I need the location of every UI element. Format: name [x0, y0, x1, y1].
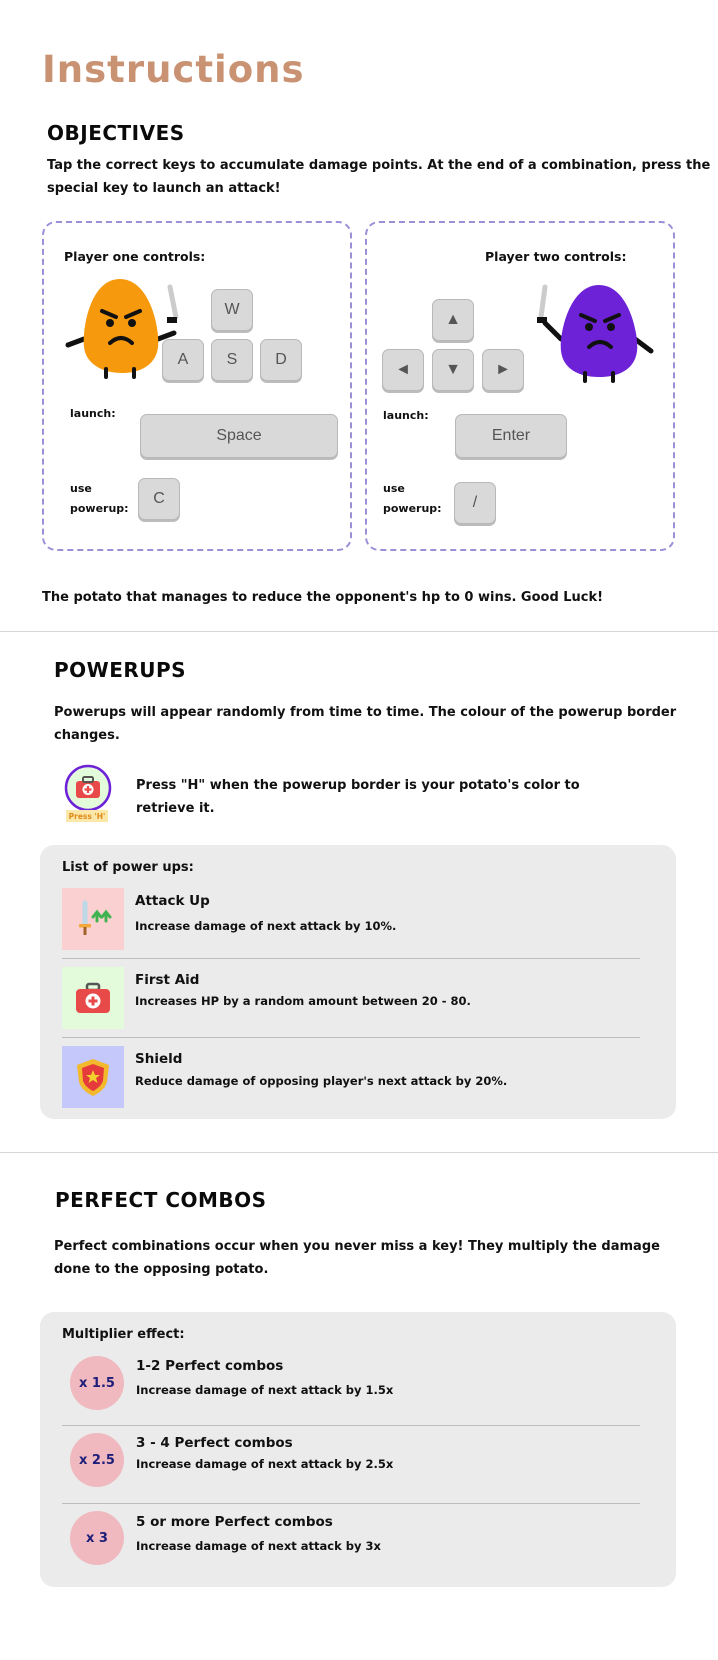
section-divider	[0, 1152, 718, 1153]
key-arrow-left: ◄	[382, 349, 424, 391]
press-h-text-line-2: retrieve it.	[136, 801, 215, 816]
powerups-list-title: List of power ups:	[62, 860, 194, 875]
combos-heading: PERFECT COMBOS	[55, 1188, 267, 1212]
key-w: W	[211, 289, 253, 331]
key-arrow-right: ►	[482, 349, 524, 391]
player-two-controls-card: Player two controls: ▲ ◄ ▼ ► launch: Ent…	[365, 221, 675, 551]
combo-name: 3 - 4 Perfect combos	[136, 1435, 293, 1451]
multiplier-badge: x 1.5	[70, 1356, 124, 1410]
row-divider	[62, 1425, 640, 1426]
powerup-name: First Aid	[135, 972, 200, 988]
key-s: S	[211, 339, 253, 381]
powerup-name: Shield	[135, 1051, 183, 1067]
powerups-text-line-1: Powerups will appear randomly from time …	[54, 705, 677, 720]
combo-description: Increase damage of next attack by 1.5x	[136, 1383, 394, 1397]
powerup-name: Attack Up	[135, 893, 210, 909]
key-c: C	[138, 478, 180, 520]
win-text: The potato that manages to reduce the op…	[42, 590, 604, 605]
powerup-description: Reduce damage of opposing player's next …	[135, 1074, 508, 1088]
row-divider	[62, 1503, 640, 1504]
combo-description: Increase damage of next attack by 3x	[136, 1539, 381, 1553]
powerup-description: Increase damage of next attack by 10%.	[135, 919, 397, 933]
powerup-label: powerup:	[383, 502, 442, 515]
key-a: A	[162, 339, 204, 381]
player-two-title: Player two controls:	[485, 249, 627, 264]
powerups-list-panel: List of power ups: Attack Up Increase da…	[40, 845, 676, 1119]
multiplier-panel: Multiplier effect: x 1.5 1-2 Perfect com…	[40, 1312, 676, 1587]
powerup-icon-tile	[62, 888, 124, 950]
key-slash: /	[454, 482, 496, 524]
key-arrow-down: ▼	[432, 349, 474, 391]
list-item: First Aid Increases HP by a random amoun…	[62, 967, 640, 1029]
objectives-text-line-1: Tap the correct keys to accumulate damag…	[47, 158, 711, 173]
press-h-text-line-1: Press "H" when the powerup border is you…	[136, 778, 580, 793]
purple-potato-icon	[537, 284, 654, 383]
section-divider	[0, 631, 718, 632]
key-d: D	[260, 339, 302, 381]
powerup-description: Increases HP by a random amount between …	[135, 994, 471, 1008]
launch-label: launch:	[70, 407, 116, 420]
use-label: use	[70, 482, 92, 495]
row-divider	[62, 958, 640, 959]
launch-label: launch:	[383, 409, 429, 422]
player-one-title: Player one controls:	[64, 249, 206, 264]
list-item: Attack Up Increase damage of next attack…	[62, 888, 640, 950]
first-aid-kit-icon	[76, 982, 110, 1013]
powerup-orb-icon	[64, 764, 112, 812]
player-one-controls-card: Player one controls: W A S D launch: Spa…	[42, 221, 352, 551]
combo-name: 1-2 Perfect combos	[136, 1358, 284, 1374]
use-label: use	[383, 482, 405, 495]
sword-arrows-icon	[79, 900, 112, 935]
powerups-text-line-2: changes.	[54, 728, 120, 743]
row-divider	[62, 1037, 640, 1038]
objectives-text-line-2: special key to launch an attack!	[47, 181, 281, 196]
powerups-heading: POWERUPS	[54, 658, 187, 682]
powerup-icon-tile	[62, 1046, 124, 1108]
multiplier-badge: x 3	[70, 1511, 124, 1565]
multiplier-badge: x 2.5	[70, 1433, 124, 1487]
key-arrow-up: ▲	[432, 299, 474, 341]
press-h-badge: Press 'H'	[66, 810, 108, 822]
shield-icon	[77, 1059, 109, 1096]
key-enter: Enter	[455, 414, 567, 458]
objectives-heading: OBJECTIVES	[47, 121, 185, 145]
list-item: Shield Reduce damage of opposing player'…	[62, 1046, 640, 1108]
combos-text-line-2: done to the opposing potato.	[54, 1262, 269, 1277]
combos-text-line-1: Perfect combinations occur when you neve…	[54, 1239, 660, 1254]
combo-description: Increase damage of next attack by 2.5x	[136, 1457, 394, 1471]
powerup-preview: Press 'H'	[62, 764, 114, 824]
powerup-label: powerup:	[70, 502, 129, 515]
multiplier-list-title: Multiplier effect:	[62, 1327, 185, 1342]
key-space: Space	[140, 414, 338, 458]
page-title: Instructions	[42, 48, 305, 91]
combo-name: 5 or more Perfect combos	[136, 1514, 333, 1530]
powerup-icon-tile	[62, 967, 124, 1029]
